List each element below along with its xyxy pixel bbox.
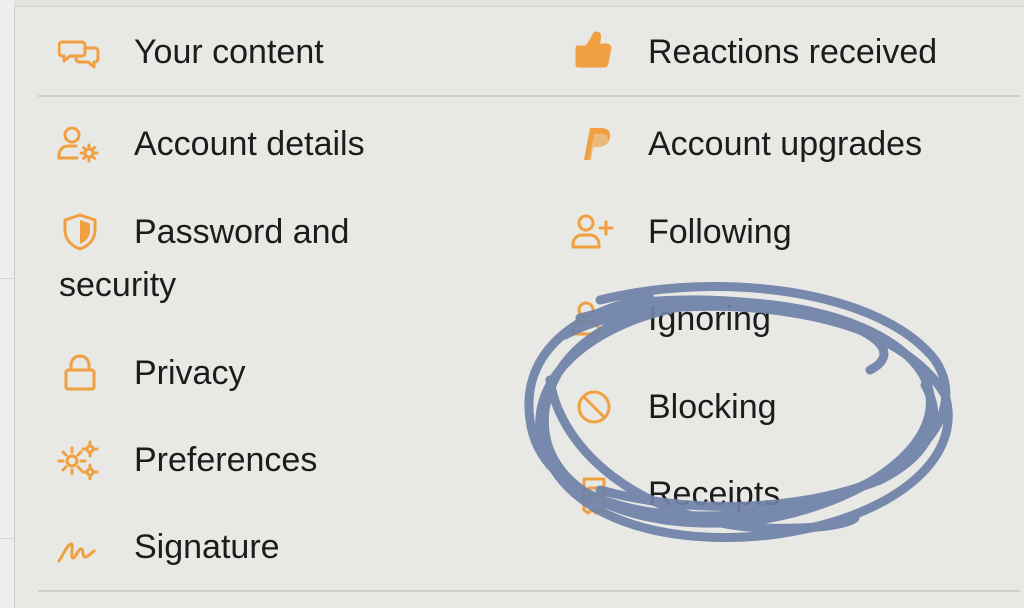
menu-item-label: Receipts <box>648 475 781 513</box>
menu-item-account-upgrades[interactable]: Account upgrades <box>570 118 1010 174</box>
menu-item-ignoring[interactable]: Ignoring <box>570 293 1010 349</box>
receipt-icon <box>572 476 616 516</box>
left-edge-tick <box>0 538 14 539</box>
menu-item-account-details[interactable]: Account details <box>56 118 496 174</box>
shield-icon <box>58 212 102 252</box>
thumbs-up-icon <box>572 30 616 70</box>
menu-item-reactions-received[interactable]: Reactions received <box>570 26 1010 82</box>
left-edge-tick <box>0 278 14 279</box>
user-gear-icon <box>56 124 100 164</box>
menu-item-label-line1: Password and <box>134 213 350 251</box>
menu-item-privacy[interactable]: Privacy <box>56 347 496 403</box>
menu-item-blocking[interactable]: Blocking <box>570 381 1010 437</box>
menu-item-label: Reactions received <box>648 33 938 71</box>
menu-item-signature[interactable]: Signature <box>56 521 496 577</box>
menu-item-label-line2: security <box>59 266 177 304</box>
menu-item-your-content[interactable]: Your content <box>56 26 496 82</box>
menu-item-label: Signature <box>134 528 280 566</box>
top-edge <box>14 0 1024 7</box>
lock-icon <box>58 353 102 393</box>
left-edge-panel <box>0 0 15 608</box>
paypal-icon <box>572 124 616 164</box>
gears-icon <box>56 440 100 480</box>
menu-item-label: Preferences <box>134 441 318 479</box>
menu-item-label: Blocking <box>648 388 777 426</box>
menu-item-label: Account upgrades <box>648 125 923 163</box>
menu-item-label: Account details <box>134 125 365 163</box>
menu-divider <box>38 590 1020 592</box>
block-icon <box>572 387 616 427</box>
menu-item-preferences[interactable]: Preferences <box>56 434 496 490</box>
menu-item-label: Privacy <box>134 354 246 392</box>
menu-item-following[interactable]: Following <box>570 206 1010 262</box>
user-minus-icon <box>570 299 614 339</box>
menu-divider <box>38 95 1020 97</box>
menu-item-label: Your content <box>134 33 324 71</box>
signature-icon <box>56 529 100 569</box>
menu-item-receipts[interactable]: Receipts <box>570 468 1010 524</box>
speech-bubbles-icon <box>58 34 102 74</box>
account-menu-screen: Your content Account details Password an… <box>0 0 1024 608</box>
user-plus-icon <box>570 212 614 252</box>
menu-item-label: Ignoring <box>648 300 771 338</box>
menu-item-password-security[interactable]: Password and security <box>56 206 496 314</box>
menu-item-label: Following <box>648 213 792 251</box>
